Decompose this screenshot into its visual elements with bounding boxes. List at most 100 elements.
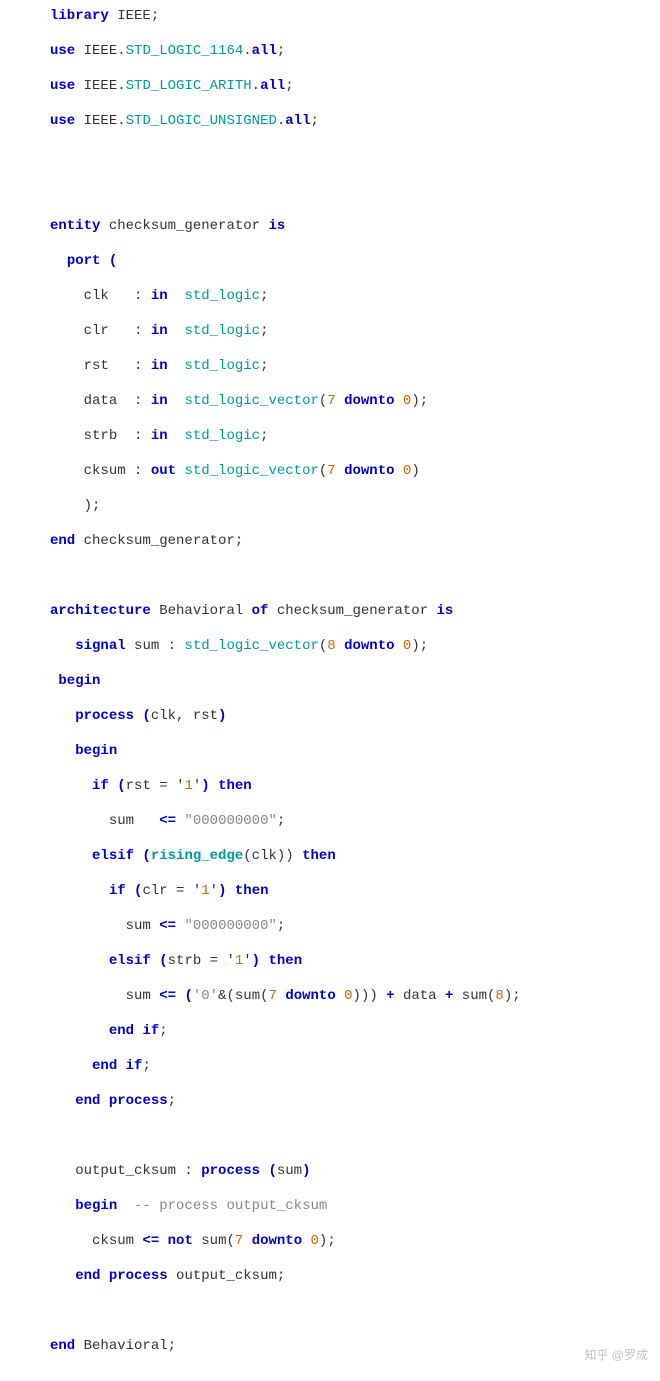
dot: . [243, 43, 251, 59]
kw-if: if [92, 778, 109, 794]
bit-string: "000000000" [184, 813, 276, 829]
code-line: process (clk, rst) [50, 708, 652, 726]
type: std_logic [184, 428, 260, 444]
txt [109, 8, 117, 24]
id-ieee: IEEE [84, 78, 118, 94]
rp: )) [277, 848, 294, 864]
blank-line [50, 1303, 652, 1321]
code-line: end process output_cksum; [50, 1268, 652, 1286]
op-plus: + [386, 988, 394, 1004]
quote: ' [176, 778, 184, 794]
asn: <= [159, 918, 176, 934]
indent [50, 1023, 109, 1039]
kw-then: then [235, 883, 269, 899]
indent [50, 638, 75, 654]
code-block: library IEEE; use IEEE.STD_LOGIC_1164.al… [50, 8, 652, 1373]
proc-name: output_cksum; [168, 1268, 286, 1284]
sp [117, 1058, 125, 1074]
id-ieee: IEEE [84, 113, 118, 129]
rp: ) [504, 988, 512, 1004]
code-line: port ( [50, 253, 652, 271]
indent [50, 498, 84, 514]
comment: -- process output_cksum [134, 1198, 327, 1214]
type: std_logic [184, 358, 260, 374]
num-one: 1 [184, 778, 192, 794]
kw-of: of [252, 603, 269, 619]
kw-all: all [252, 43, 277, 59]
semi: ; [159, 1023, 167, 1039]
code-line: if (clr = '1') then [50, 883, 652, 901]
semi: ; [277, 43, 285, 59]
code-line: use IEEE.STD_LOGIC_UNSIGNED.all; [50, 113, 652, 131]
kw-is: is [268, 218, 285, 234]
arg: clk [252, 848, 277, 864]
asn: <= [142, 1233, 159, 1249]
kw-use: use [50, 78, 75, 94]
kw-process: process [109, 1268, 168, 1284]
cond: strb = [168, 953, 227, 969]
indent [50, 1058, 92, 1074]
rp: ) [218, 708, 226, 724]
kw-all: all [260, 78, 285, 94]
kw-signal: signal [75, 638, 125, 654]
kw-entity: entity [50, 218, 100, 234]
indent [50, 1268, 75, 1284]
num: 7 [327, 463, 335, 479]
semi: ; [142, 1058, 150, 1074]
sp: : [117, 393, 151, 409]
sp [168, 358, 185, 374]
code-line: cksum : out std_logic_vector(7 downto 0) [50, 463, 652, 481]
kw-then: then [218, 778, 252, 794]
kw-not: not [168, 1233, 193, 1249]
port-name: cksum [84, 463, 126, 479]
code-line: begin -- process output_cksum [50, 1198, 652, 1216]
sp: : [109, 358, 151, 374]
indent [50, 883, 109, 899]
sp [134, 813, 159, 829]
lp: ( [100, 253, 117, 269]
type: std_logic [184, 323, 260, 339]
sp [134, 1023, 142, 1039]
asn: <= [159, 813, 176, 829]
code-line: sum <= ('0'&(sum(7 downto 0))) + data + … [50, 988, 652, 1006]
semi: ; [512, 988, 520, 1004]
kw-begin: begin [58, 673, 100, 689]
code-line: cksum <= not sum(7 downto 0); [50, 1233, 652, 1251]
kw-port: port [67, 253, 101, 269]
sp [151, 988, 159, 1004]
data: data [395, 988, 445, 1004]
kw-then: then [302, 848, 336, 864]
quote: ' [226, 953, 234, 969]
semi: ; [277, 918, 285, 934]
sp [100, 1093, 108, 1109]
num: 0 [344, 988, 352, 1004]
sig: cksum [92, 1233, 134, 1249]
semi: ; [260, 288, 268, 304]
rp: ))) [353, 988, 387, 1004]
type: std_logic_vector [184, 638, 318, 654]
kw-end: end [50, 533, 75, 549]
semi: ; [168, 1093, 176, 1109]
type: std_logic [184, 288, 260, 304]
id-ieee: IEEE [84, 43, 118, 59]
code-line: begin [50, 673, 652, 691]
kw-end: end [92, 1058, 117, 1074]
lp: ( [126, 883, 143, 899]
rp: ) [411, 463, 419, 479]
dot: . [117, 43, 125, 59]
indent [50, 708, 75, 724]
blank-line [50, 1128, 652, 1146]
semi: ; [327, 1233, 335, 1249]
code-line: end if; [50, 1058, 652, 1076]
pkg: STD_LOGIC_UNSIGNED [126, 113, 277, 129]
lp: ( [176, 988, 193, 1004]
semi: ; [260, 358, 268, 374]
kw-if: if [142, 1023, 159, 1039]
kw-process: process [109, 1093, 168, 1109]
quote: ' [243, 953, 251, 969]
dot: . [252, 78, 260, 94]
indent [50, 918, 126, 934]
indent [50, 288, 84, 304]
kw-use: use [50, 43, 75, 59]
indent [50, 393, 84, 409]
